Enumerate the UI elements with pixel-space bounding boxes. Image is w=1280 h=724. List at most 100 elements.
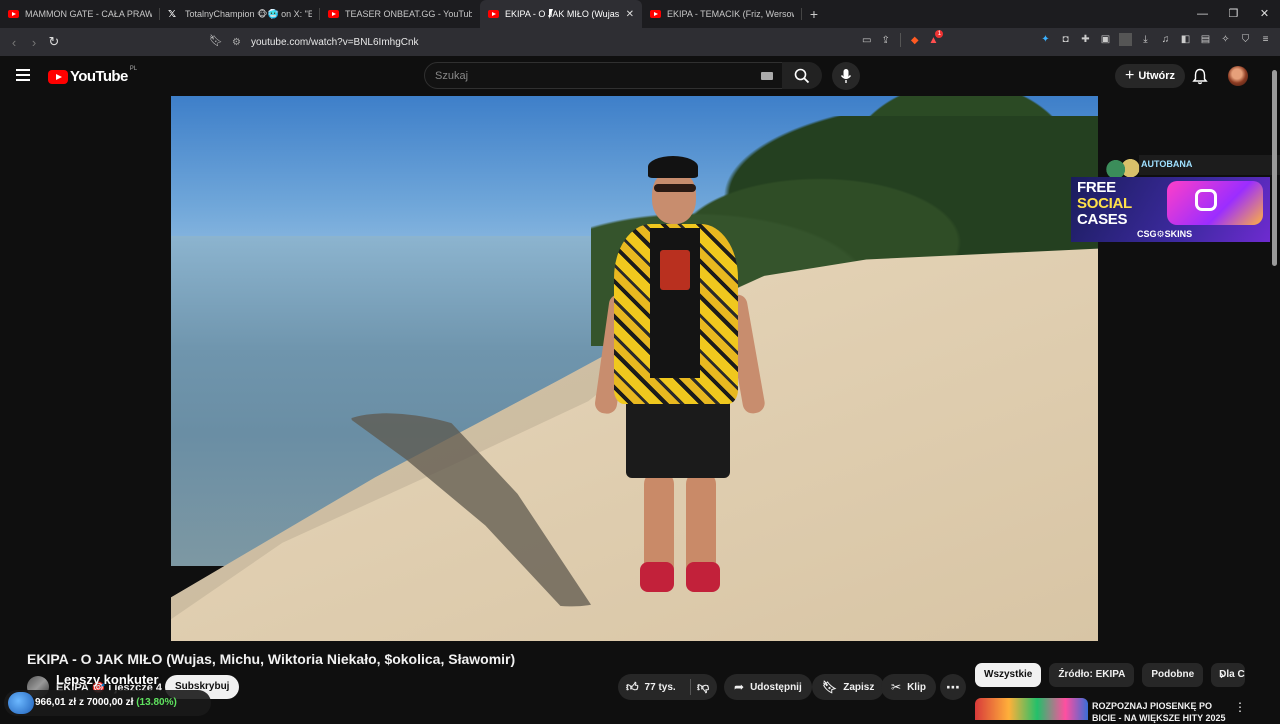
tab-mammon-gate[interactable]: MAMMON GATE - CAŁA PRAWDA - Y: [0, 0, 160, 28]
youtube-icon: [650, 10, 661, 18]
leo-icon[interactable]: ✧: [1219, 33, 1232, 46]
tab-teaser-onbeat[interactable]: TEASER ONBEAT.GG - YouTube: [320, 0, 480, 28]
donation-amount: 966,01 zł: [35, 697, 77, 708]
related-video-menu-icon[interactable]: ⋮: [1234, 700, 1246, 714]
tab-label: TEASER ONBEAT.GG - YouTube: [345, 9, 472, 19]
address-bar-row: ‹ › ↻ 🔖︎ ⚙ youtube.com/watch?v=BNL6ImhgC…: [0, 28, 1280, 56]
video-player[interactable]: [171, 96, 1098, 641]
keyboard-icon[interactable]: [761, 72, 773, 80]
donation-goal: 7000,00 zł: [86, 697, 134, 708]
vpn-icon[interactable]: ⛉: [1239, 33, 1252, 46]
search-placeholder: Szukaj: [435, 69, 469, 82]
chip-similar[interactable]: Podobne: [1142, 663, 1204, 687]
wallet-icon[interactable]: ▤: [1199, 33, 1212, 46]
thumbs-up-icon[interactable]: 👍︎: [626, 680, 639, 695]
extension-icon[interactable]: ◘: [1059, 33, 1072, 46]
chip-source[interactable]: Źródło: EKIPA: [1049, 663, 1135, 687]
chip-all[interactable]: Wszystkie: [975, 663, 1042, 687]
create-label: Utwórz: [1138, 70, 1176, 82]
extensions-icon[interactable]: ✚: [1079, 33, 1092, 46]
menu-icon[interactable]: ≡: [1259, 33, 1272, 46]
donation-icon: [8, 692, 34, 714]
music-icon[interactable]: ♫: [1159, 33, 1172, 46]
page-scrollbar[interactable]: [1270, 60, 1278, 268]
extensions-toolbar: ✦ ◘ ✚ ▣ ⤓ ♫ ◧ ▤ ✧ ⛉ ≡: [1039, 33, 1272, 46]
tab-label: MAMMON GATE - CAŁA PRAWDA - Y: [25, 9, 152, 19]
youtube-icon: [488, 10, 499, 18]
back-icon[interactable]: ‹: [4, 35, 24, 50]
youtube-icon: [328, 10, 339, 18]
window-controls: — ❐ ✕: [1187, 0, 1280, 28]
tab-label: EKIPA - TEMACIK (Friz, Wersow, Kosto: [667, 9, 794, 19]
thumbs-down-icon[interactable]: 👎︎: [697, 680, 709, 695]
chip-for-you[interactable]: Dla C: [1211, 663, 1246, 687]
sidebar-icon[interactable]: ◧: [1179, 33, 1192, 46]
share-page-icon[interactable]: ⇪: [881, 35, 889, 46]
scrollbar-thumb[interactable]: [1272, 70, 1277, 266]
stream-overlay-text: Lepszy konkuter: [56, 672, 159, 687]
tab-ekipa-o-jak-milo[interactable]: EKIPA - O JAK MIŁO (Wujas, Mich ✕: [480, 0, 642, 28]
video-title: EKIPA - O JAK MIŁO (Wujas, Michu, Wiktor…: [27, 651, 516, 667]
mouse-cursor: [549, 9, 557, 19]
brave-shields-icon[interactable]: ◆: [911, 35, 919, 46]
tab-label: EKIPA - O JAK MIŁO (Wujas, Mich: [505, 9, 620, 19]
tab-ekipa-temacik[interactable]: EKIPA - TEMACIK (Friz, Wersow, Kosto: [642, 0, 802, 28]
donation-of: z: [78, 697, 84, 708]
voice-search-button[interactable]: [832, 62, 860, 90]
restore-button[interactable]: ❐: [1218, 0, 1249, 28]
close-window-button[interactable]: ✕: [1249, 0, 1280, 28]
screenshot-icon[interactable]: ▣: [1099, 33, 1112, 46]
related-video-title[interactable]: ROZPOZNAJ PIOSENKĘ PO BICIE - NA WIĘKSZE…: [1092, 700, 1232, 724]
share-button[interactable]: ➦ Udostępnij: [724, 674, 812, 700]
related-filter-chips: Wszystkie Źródło: EKIPA Podobne Dla C: [975, 663, 1246, 687]
tab-label: TotalnyChampion 🐵🥶 on X: "EOJ S: [185, 8, 312, 19]
scissors-icon: ✂: [891, 680, 902, 694]
microphone-icon: [840, 69, 852, 83]
notifications-button[interactable]: [1192, 68, 1208, 90]
address-actions: ▭ ⇪ ◆ ▲ 1: [862, 29, 944, 47]
save-label: Zapisz: [843, 681, 875, 693]
search-icon: [794, 68, 810, 83]
create-button[interactable]: + Utwórz: [1115, 64, 1186, 88]
more-actions-button[interactable]: ⋯: [940, 674, 966, 700]
share-label: Udostępnij: [750, 681, 802, 693]
video-frame-person: [593, 154, 767, 604]
notification-badge: 1: [935, 29, 944, 38]
instagram-icon: [1195, 189, 1217, 211]
ad-headline: FREE SOCIAL CASES: [1077, 180, 1132, 228]
like-count[interactable]: 77 tys.: [645, 682, 676, 693]
save-button[interactable]: 🔖︎ Zapisz: [812, 674, 885, 700]
ad-emblem: [1101, 155, 1143, 179]
new-tab-button[interactable]: +: [802, 6, 826, 22]
chevron-right-icon[interactable]: ›: [1220, 668, 1224, 682]
bookmark-icon: 🔖︎: [822, 680, 838, 694]
clip-label: Klip: [907, 681, 926, 693]
plus-icon: +: [1125, 67, 1135, 84]
reload-icon[interactable]: ↻: [44, 34, 64, 50]
ad-brand: CSG⚙SKINS: [1137, 229, 1193, 239]
youtube-play-icon: [48, 69, 68, 84]
clip-button[interactable]: ✂ Klip: [881, 674, 936, 700]
cast-icon[interactable]: ▭: [862, 35, 871, 46]
youtube-logo[interactable]: YouTube PL: [48, 66, 137, 85]
divider: [690, 679, 691, 695]
bookmark-icon[interactable]: 🔖︎: [209, 34, 223, 47]
search-button[interactable]: [782, 62, 822, 89]
logo-text: YouTube: [70, 68, 128, 85]
search-input[interactable]: Szukaj: [424, 62, 784, 89]
minimize-button[interactable]: —: [1187, 0, 1218, 28]
rewards-icon[interactable]: ▲ 1: [929, 29, 944, 46]
forward-icon[interactable]: ›: [24, 35, 44, 50]
ad-line: FREE: [1077, 179, 1116, 196]
extension-icon[interactable]: ✦: [1039, 33, 1052, 46]
download-icon[interactable]: ⤓: [1139, 33, 1152, 46]
tab-totalnychampion[interactable]: 𝕏 TotalnyChampion 🐵🥶 on X: "EOJ S: [160, 0, 320, 28]
account-avatar[interactable]: [1228, 66, 1248, 86]
url-field[interactable]: ⚙ youtube.com/watch?v=BNL6ImhgCnk: [232, 33, 419, 51]
close-tab-icon[interactable]: ✕: [626, 9, 634, 20]
related-video-thumbnail[interactable]: [975, 698, 1088, 720]
divider: [899, 33, 901, 47]
youtube-header: YouTube PL Szukaj + Utwórz: [0, 56, 1280, 96]
site-settings-icon[interactable]: ⚙: [232, 37, 241, 48]
menu-icon[interactable]: [16, 69, 30, 81]
